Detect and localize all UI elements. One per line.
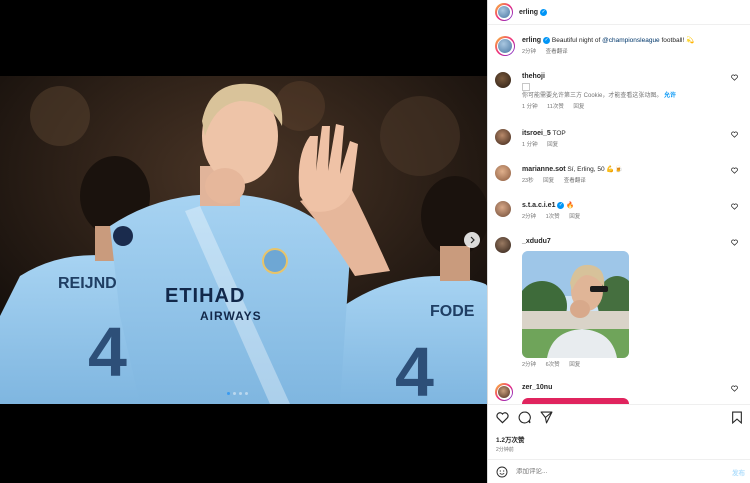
commenter-avatar[interactable]	[495, 383, 513, 401]
chevron-right-icon	[470, 236, 475, 244]
commenter-avatar[interactable]	[495, 72, 511, 88]
reply-link[interactable]: 回复	[569, 362, 580, 368]
reply-link[interactable]: 回复	[547, 142, 558, 148]
carousel-dot	[245, 392, 248, 395]
comments-list: erling ✓ Beautiful night of @championslea…	[488, 26, 750, 404]
comment-likes[interactable]: 6次赞	[546, 362, 560, 368]
reply-link[interactable]: 回复	[543, 178, 554, 184]
post-actions: 1.2万次赞 2分钟前	[488, 404, 750, 459]
comment-text: Sí, Erling, 50	[567, 166, 605, 173]
bg-player-right-number: 4	[395, 333, 434, 404]
commenter-avatar[interactable]	[495, 237, 511, 253]
comment-time: 1 分钟	[522, 104, 538, 110]
heart-icon[interactable]	[731, 239, 738, 246]
post-side-panel: erling ✓ erling ✓ Beautiful night of @cha…	[487, 0, 750, 483]
comment-gif[interactable]	[522, 251, 629, 358]
verified-icon: ✓	[540, 8, 548, 16]
commenter-avatar[interactable]	[495, 201, 511, 217]
see-translation-link[interactable]: 查看翻译	[564, 178, 586, 184]
carousel-next-button[interactable]	[464, 232, 480, 248]
jersey-sponsor-line1: ETIHAD	[165, 285, 245, 307]
post-photo[interactable]: REIJND 4 FODE 4 ETIHAD AIRWAYS	[0, 76, 487, 404]
allow-cookie-link[interactable]: 允许	[664, 93, 676, 99]
comment-likes[interactable]: 11次赞	[547, 104, 564, 110]
commenter-avatar[interactable]	[495, 165, 511, 181]
add-comment-bar: 发布	[488, 459, 750, 483]
gif-image	[522, 251, 629, 358]
heart-icon[interactable]	[731, 131, 738, 138]
heart-icon[interactable]	[731, 385, 738, 392]
comment-username[interactable]: _xdudu7	[522, 238, 551, 245]
carousel-indicators	[227, 392, 248, 395]
reply-link[interactable]: 回复	[569, 214, 580, 220]
comment-username[interactable]: itsroei_5	[522, 130, 551, 137]
bg-player-right-name: FODE	[430, 303, 475, 320]
heart-icon[interactable]	[731, 167, 738, 174]
comment-icon[interactable]	[518, 411, 531, 424]
post-timestamp: 2分钟前	[496, 447, 514, 453]
football-photo-illustration: REIJND 4 FODE 4 ETIHAD AIRWAYS	[0, 76, 487, 404]
caption-mention-link[interactable]: @championsleague	[602, 37, 660, 44]
heart-icon[interactable]	[731, 74, 738, 81]
carousel-dot	[239, 392, 242, 395]
author-username[interactable]: erling	[519, 9, 538, 16]
comment-likes[interactable]: 1次赞	[546, 214, 560, 220]
caption-time: 2分钟	[522, 49, 537, 55]
bg-player-left-name: REIJND	[58, 275, 117, 292]
comment-emoji: 💪🍺	[606, 166, 623, 173]
emoji-icon[interactable]	[496, 466, 508, 478]
likes-count[interactable]: 1.2万次赞	[496, 434, 525, 444]
cookie-notice: 你可能需要允许第三方 Cookie，才能查看这张动图。	[522, 93, 663, 99]
carousel-dot	[233, 392, 236, 395]
comment-emoji: 🔥	[566, 202, 575, 209]
bg-player-left-number: 4	[88, 313, 127, 391]
caption-username[interactable]: erling	[522, 37, 541, 44]
verified-icon: ✓	[543, 36, 551, 44]
post-header: erling ✓	[488, 0, 750, 25]
comment-time: 2分钟	[522, 214, 537, 220]
post-media-area: REIJND 4 FODE 4 ETIHAD AIRWAYS	[0, 0, 487, 483]
verified-icon: ✓	[557, 201, 565, 209]
carousel-dot	[227, 392, 230, 395]
caption-text-end: football!	[661, 37, 685, 44]
comment-time: 23秒	[522, 178, 534, 184]
caption-emoji: 💫	[686, 37, 695, 44]
comment-username[interactable]: thehoji	[522, 73, 545, 80]
reply-link[interactable]: 回复	[573, 104, 584, 110]
heart-icon[interactable]	[731, 203, 738, 210]
comment-time: 1 分钟	[522, 142, 538, 148]
comment-text: TOP	[552, 130, 566, 137]
see-translation-link[interactable]: 查看翻译	[546, 49, 568, 55]
author-avatar[interactable]	[495, 36, 515, 56]
jersey-sponsor-line2: AIRWAYS	[200, 309, 262, 323]
caption-text: Beautiful night of	[551, 37, 601, 44]
author-avatar[interactable]	[495, 3, 513, 21]
comment-username[interactable]: zer_10nu	[522, 384, 552, 391]
comment-input[interactable]	[516, 468, 706, 475]
comment-username[interactable]: marianne.sot	[522, 166, 566, 173]
commenter-avatar[interactable]	[495, 129, 511, 145]
broken-image-icon	[522, 83, 530, 91]
bookmark-icon[interactable]	[731, 411, 743, 424]
comment-time: 2分钟	[522, 362, 537, 368]
heart-icon[interactable]	[496, 411, 509, 424]
share-icon[interactable]	[540, 411, 553, 424]
post-comment-button[interactable]: 发布	[732, 467, 745, 477]
comment-username[interactable]: s.t.a.c.i.e1	[522, 202, 555, 209]
